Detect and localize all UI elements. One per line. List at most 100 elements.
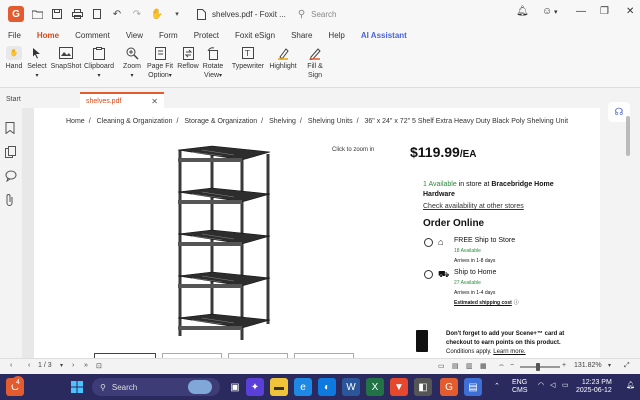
notification-badge: 4 [12,376,24,388]
fit-icon[interactable]: ⊡ [96,362,102,370]
account-icon[interactable]: ☺ [542,6,552,17]
first-page-icon[interactable]: ‹ [10,362,12,369]
zoom-chevron-icon[interactable]: ▾ [608,362,611,369]
chevron-down-icon[interactable]: ▾ [60,362,63,369]
account-chevron-icon[interactable]: ▾ [554,8,558,16]
foxit-active-icon[interactable]: G [440,378,458,396]
zoom-out-icon[interactable]: − [510,362,514,369]
file-explorer-icon[interactable]: ▬ [270,378,288,396]
new-doc-icon[interactable] [90,7,104,21]
attachment-icon[interactable] [5,194,17,206]
bookmark-icon[interactable] [5,122,17,135]
tab-file[interactable]: File [0,31,29,42]
radio-ship-to-home[interactable] [424,270,433,279]
pdf-page: Home / Cleaning & Organization / Storage &… [34,108,600,358]
zoom-slider[interactable] [520,363,560,371]
pages-icon[interactable] [5,146,17,158]
tab-form[interactable]: Form [151,31,186,42]
zoom-level[interactable]: 131.82% [574,362,602,369]
wifi-icon[interactable]: ◠ [538,382,544,390]
windows-start-icon[interactable] [68,378,86,396]
app-blue-icon[interactable]: ▤ [464,378,482,396]
reflow-button[interactable]: Reflow [176,46,200,71]
folder-icon[interactable] [30,7,44,21]
taskbar-search[interactable]: ⚲ Search [92,378,220,396]
store-availability: 1 Available in store at Bracebridge Home… [423,181,554,198]
page-fit-button[interactable]: Page Fit Option▾ [145,46,175,81]
hand-tool-icon[interactable]: ✋ [150,7,164,21]
tab-comment[interactable]: Comment [67,31,118,42]
volume-icon[interactable]: ◁ [550,382,555,390]
learn-more-link[interactable]: Learn more. [493,349,525,355]
fullscreen-icon[interactable]: ⤢ [624,362,630,370]
snapshot-button[interactable]: SnapShot [50,46,82,71]
clipboard-button[interactable]: Clipboard ▾ [83,46,115,81]
check-availability-link[interactable]: Check availability at other stores [423,203,524,210]
language-indicator[interactable]: ENG CMS [512,379,528,395]
breadcrumb-item[interactable]: Storage & Organization [184,118,257,125]
tab-help[interactable]: Help [320,31,352,42]
minimize-icon[interactable]: — [576,6,586,17]
tab-view[interactable]: View [118,31,151,42]
task-view-icon[interactable]: ▣ [226,378,244,396]
bell-icon[interactable]: 🔔︎ [516,6,529,17]
word-icon[interactable]: W [342,378,360,396]
typewriter-button[interactable]: T Typewriter [230,46,266,71]
tab-ai-assistant[interactable]: AI Assistant [353,31,415,42]
undo-icon[interactable]: ↶ [110,7,124,21]
tab-share[interactable]: Share [283,31,320,42]
notifications-icon[interactable]: 🔔︎ [626,382,635,390]
fill-sign-button[interactable]: Fill & Sign [303,46,327,80]
hand-button[interactable]: ✋ Hand [4,46,24,71]
comment-icon[interactable] [5,170,17,183]
breadcrumb-item[interactable]: Shelving [269,118,296,125]
app-icon[interactable]: ◧ [414,378,432,396]
edge-icon[interactable]: e [294,378,312,396]
restore-icon[interactable]: ❐ [600,6,609,17]
chevron-down-icon[interactable]: ▾ [170,7,184,21]
page-indicator[interactable]: 1 / 3 [38,362,52,369]
select-button[interactable]: Select ▾ [26,46,48,81]
cover-icon[interactable]: ▦ [480,362,487,370]
estimated-shipping-link[interactable]: Estimated shipping cost [454,300,512,306]
tab-home[interactable]: Home [29,31,67,44]
vertical-scrollbar[interactable] [626,116,630,156]
search-box[interactable]: ⚲ Search [298,9,337,20]
highlight-button[interactable]: Highlight [266,46,300,71]
info-icon[interactable]: ⓘ [514,300,519,306]
print-icon[interactable] [70,7,84,21]
zoom-button[interactable]: Zoom ▾ [120,46,144,81]
excel-icon[interactable]: X [366,378,384,396]
tray-chevron-icon[interactable]: ⌃ [494,383,500,391]
breadcrumb-item[interactable]: Home [66,118,85,125]
breadcrumb-item[interactable]: Cleaning & Organization [97,118,173,125]
facing-icon[interactable]: ▥ [466,362,473,370]
fit-width-icon[interactable]: ⇔ [498,362,505,369]
zoom-slider-knob[interactable] [536,363,540,371]
redo-icon[interactable]: ↷ [130,7,144,21]
foxit-logo-icon[interactable]: G [8,6,24,22]
radio-ship-to-store[interactable] [424,238,433,247]
breadcrumb-item[interactable]: Shelving Units [308,118,353,125]
document-tab[interactable]: shelves.pdf ✕ [80,92,164,108]
continuous-icon[interactable]: ▤ [452,362,459,370]
start-tab[interactable]: Start [6,96,21,103]
brave-icon[interactable]: ▼ [390,378,408,396]
zoom-in-icon[interactable]: + [562,362,566,369]
close-tab-icon[interactable]: ✕ [151,97,158,106]
close-icon[interactable]: ✕ [626,6,634,17]
copilot-icon[interactable]: ✦ [246,378,264,396]
product-image-shelving-unit[interactable] [172,144,274,344]
tab-protect[interactable]: Protect [186,31,227,42]
prev-page-icon[interactable]: ‹ [28,362,30,369]
battery-icon[interactable]: ▭ [562,382,569,390]
last-page-icon[interactable]: » [84,362,88,369]
single-page-icon[interactable]: ▭ [438,362,445,370]
title-bar: G ↶ ↷ ✋ ▾ shelves.pdf - Foxit ... ⚲ Sear… [0,0,640,28]
edge-alt-icon[interactable]: ◐ [318,378,336,396]
clock[interactable]: 12:23 PM 2025-06-12 [576,379,612,395]
rotate-view-button[interactable]: Rotate View▾ [201,46,225,81]
save-icon[interactable] [50,7,64,21]
next-page-icon[interactable]: › [72,362,74,369]
tab-foxit-esign[interactable]: Foxit eSign [227,31,283,42]
